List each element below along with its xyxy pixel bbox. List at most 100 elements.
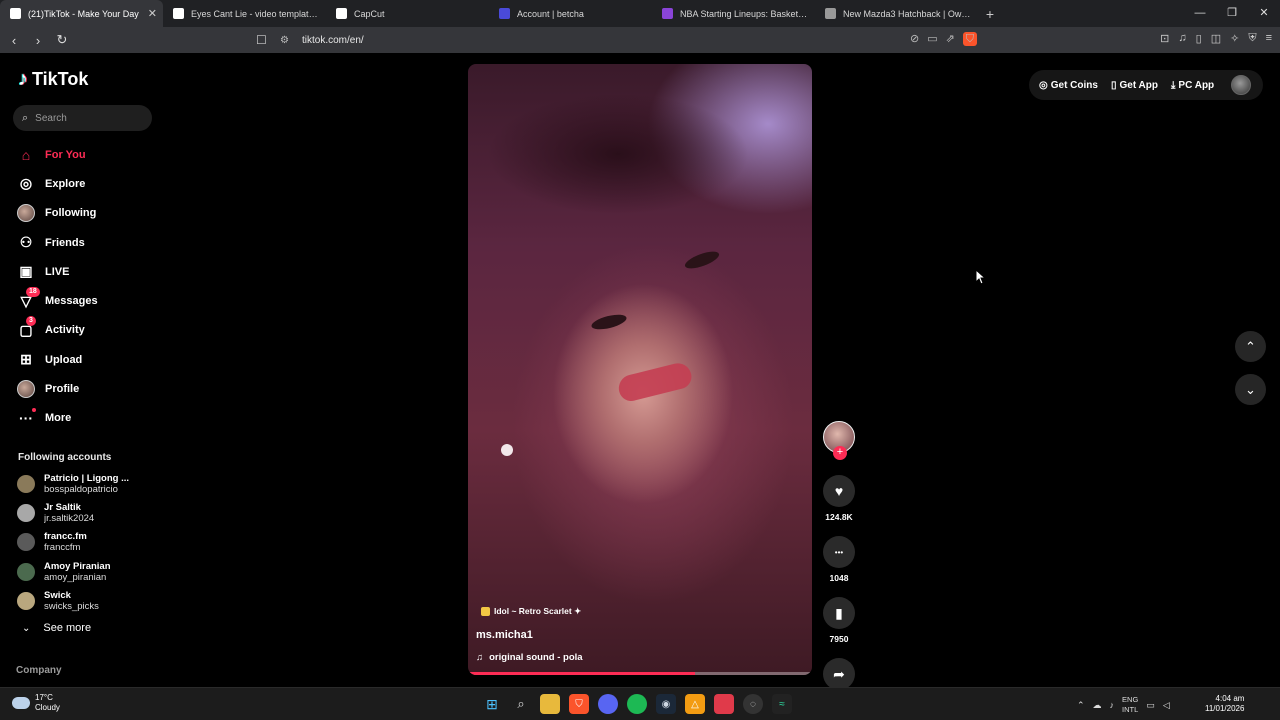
nav-item-label: Following: [45, 207, 97, 220]
get-coins-button[interactable]: ◎ Get Coins: [1039, 80, 1098, 91]
mute-icon[interactable]: ⊘: [910, 32, 919, 46]
following-account[interactable]: Swick swicks_picks: [17, 586, 157, 615]
weather-widget[interactable]: 17°C Cloudy: [12, 693, 60, 713]
nav-item-upload[interactable]: ⊞ Upload: [16, 345, 156, 374]
previous-video-button[interactable]: ⌃: [1235, 331, 1266, 362]
url-text[interactable]: tiktok.com/en/: [302, 35, 364, 46]
clock[interactable]: 4:04 am 11/01/2026: [1205, 694, 1244, 714]
nav-item-activity[interactable]: ▢ 3 Activity: [16, 316, 156, 345]
back-icon[interactable]: ‹: [4, 33, 24, 48]
capcut-icon: [336, 8, 347, 19]
close-tab-icon[interactable]: ✕: [148, 7, 157, 20]
brave-shield-icon[interactable]: ⛉: [962, 32, 977, 46]
search-input[interactable]: [35, 112, 136, 124]
video-effect-tag[interactable]: Idol ~ Retro Scarlet ✦: [481, 606, 581, 617]
avatar: [17, 474, 35, 493]
video-progress-bar[interactable]: [468, 672, 812, 675]
minimize-icon[interactable]: —: [1184, 0, 1216, 27]
screenshot-icon[interactable]: ⊡: [1160, 32, 1169, 45]
onedrive-icon[interactable]: ☁: [1093, 700, 1102, 711]
network-icon[interactable]: ▭: [1146, 700, 1155, 711]
following-account[interactable]: Patricio | Ligong ... bosspaldopatricio: [17, 469, 157, 498]
get-app-label: Get App: [1119, 79, 1158, 91]
video-sound[interactable]: ♫ original sound - pola: [476, 652, 583, 663]
new-tab-button[interactable]: +: [978, 6, 1002, 22]
file-explorer-icon[interactable]: [540, 694, 560, 714]
vpn-icon[interactable]: ⛨: [1248, 32, 1256, 45]
follow-plus-icon[interactable]: +: [833, 446, 847, 460]
nav-item-explore[interactable]: ◎ Explore: [16, 169, 156, 198]
nav-item-for-you[interactable]: ⌂ For You: [16, 140, 156, 169]
reload-icon[interactable]: ↻: [52, 32, 72, 48]
video-player[interactable]: Idol ~ Retro Scarlet ✦ ms.micha1 ♫ origi…: [468, 64, 812, 675]
wallet-icon[interactable]: ◫: [1211, 32, 1221, 45]
brave-browser-icon[interactable]: ⛉: [569, 694, 589, 714]
following-account[interactable]: Jr Saltik jr.saltik2024: [17, 498, 157, 527]
capcut-taskbar-icon[interactable]: ≈: [772, 694, 792, 714]
heart-icon[interactable]: ♥: [823, 475, 855, 507]
clock-time: 4:04 am: [1215, 694, 1245, 703]
windows-start-icon[interactable]: ⊞: [482, 694, 502, 714]
get-app-button[interactable]: ▯ Get App: [1111, 80, 1158, 91]
nav-item-messages[interactable]: ▽ 18 Messages: [16, 286, 156, 315]
browser-tab[interactable]: New Mazda3 Hatchback | Own The M: [815, 0, 978, 27]
url-field[interactable]: ☐ ⚙ tiktok.com/en/: [256, 30, 1000, 50]
chrome-icon[interactable]: ◌: [743, 694, 763, 714]
tiktok-logo[interactable]: ♪ TikTok: [18, 68, 88, 91]
chevron-up-icon: ⌃: [1245, 338, 1256, 354]
browser-tab[interactable]: NBA Starting Lineups: Basketball Da: [652, 0, 815, 27]
nav-item-more[interactable]: ··· More: [16, 404, 156, 433]
browser-tab[interactable]: (21)TikTok - Make Your Day ✕: [0, 0, 163, 27]
close-window-icon[interactable]: ✕: [1248, 0, 1280, 27]
account-name: Patricio | Ligong ...: [44, 472, 129, 484]
see-more-button[interactable]: ⌄ See more: [22, 622, 91, 634]
ableton-icon[interactable]: △: [685, 694, 705, 714]
share-page-icon[interactable]: ⇗: [946, 32, 955, 46]
company-link[interactable]: Company: [16, 665, 62, 676]
menu-icon[interactable]: ≡: [1266, 32, 1272, 45]
creator-avatar[interactable]: +: [823, 421, 855, 460]
comment-icon[interactable]: •••: [823, 536, 855, 568]
discord-icon[interactable]: [598, 694, 618, 714]
leo-ai-icon[interactable]: ✧: [1230, 32, 1239, 45]
more-icon: ···: [16, 408, 36, 428]
microphone-icon[interactable]: ♪: [1110, 700, 1115, 710]
spotify-icon[interactable]: [627, 694, 647, 714]
download-icon: ⤓: [1171, 79, 1176, 91]
nav-item-following[interactable]: Following: [16, 199, 156, 228]
cast-icon[interactable]: ▭: [927, 32, 937, 46]
video-username[interactable]: ms.micha1: [476, 629, 533, 641]
forward-icon[interactable]: ›: [28, 33, 48, 48]
browser-tab[interactable]: Account | betcha: [489, 0, 652, 27]
bookmark-icon[interactable]: ☐: [256, 33, 272, 47]
nav-item-label: Messages: [45, 295, 98, 308]
nav-item-friends[interactable]: ⚇ Friends: [16, 228, 156, 257]
steam-icon[interactable]: ◉: [656, 694, 676, 714]
share-icon[interactable]: ➦: [823, 658, 855, 690]
account-text: francc.fm franccfm: [44, 531, 134, 553]
nav-item-live[interactable]: ▣ LIVE: [16, 257, 156, 286]
restore-icon[interactable]: ❐: [1216, 0, 1248, 27]
bookmark-icon[interactable]: ▮: [823, 597, 855, 629]
avatar: [17, 204, 35, 223]
tray-overflow-icon[interactable]: ⌃: [1077, 700, 1085, 711]
taskbar-search-icon[interactable]: ⌕: [511, 694, 531, 714]
browser-tab[interactable]: CapCut: [326, 0, 489, 27]
language-indicator[interactable]: ENG INTL: [1122, 695, 1138, 715]
volume-icon[interactable]: ◁: [1163, 700, 1170, 711]
following-account[interactable]: Amoy Piranian amoy_piranian: [17, 557, 157, 586]
user-avatar[interactable]: [1231, 75, 1251, 95]
pc-app-button[interactable]: ⤓ PC App: [1171, 80, 1214, 91]
nav-item-profile[interactable]: Profile: [16, 374, 156, 403]
media-icon[interactable]: ♫: [1178, 32, 1186, 45]
next-video-button[interactable]: ⌄: [1235, 374, 1266, 405]
site-info-icon[interactable]: ⚙: [280, 35, 298, 46]
search-box[interactable]: ⌕: [13, 105, 152, 131]
browser-tab[interactable]: Eyes Cant Lie - video template by Ca: [163, 0, 326, 27]
sidebar-toggle-icon[interactable]: ▯: [1196, 32, 1202, 45]
chevron-down-icon: ⌄: [22, 622, 31, 634]
following-account[interactable]: francc.fm franccfm: [17, 528, 157, 557]
capcut-icon: [173, 8, 184, 19]
account-handle: jr.saltik2024: [44, 512, 95, 524]
pocket-icon[interactable]: [714, 694, 734, 714]
